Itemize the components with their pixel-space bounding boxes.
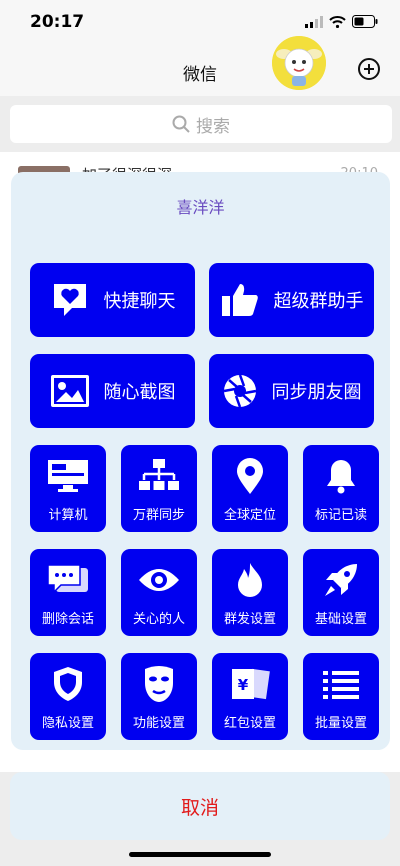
cancel-label: 取消 — [180, 796, 219, 819]
screenshot-label: 随心截图 — [103, 382, 176, 403]
status-icons — [305, 15, 378, 28]
thumbs-up-icon — [221, 284, 258, 316]
shield-icon — [54, 667, 82, 701]
menu-panel: 喜洋洋 快捷聊天 超级群助手 随心截图 同步朋友圈 计算机 万群同步 全球定位 … — [11, 172, 390, 750]
red-packet-settings-button[interactable]: ¥ 红包设置 — [212, 653, 288, 740]
privacy-settings-button[interactable]: 隐私设置 — [30, 653, 106, 740]
basic-settings-label: 基础设置 — [314, 612, 367, 627]
sync-moments-button[interactable]: 同步朋友圈 — [209, 354, 374, 428]
battery-icon — [352, 15, 378, 28]
eye-icon — [139, 569, 179, 591]
feature-settings-button[interactable]: 功能设置 — [121, 653, 197, 740]
wifi-icon — [329, 15, 346, 28]
super-group-helper-label: 超级群助手 — [273, 291, 364, 312]
red-packet-settings-label: 红包设置 — [223, 716, 276, 731]
red-packet-icon: ¥ — [232, 668, 270, 700]
avatar-image — [272, 36, 326, 90]
bell-icon — [327, 460, 355, 494]
calculator-label: 计算机 — [48, 508, 88, 523]
status-time: 20:17 — [30, 12, 85, 32]
network-icon — [139, 459, 179, 490]
quick-chat-button[interactable]: 快捷聊天 — [30, 263, 195, 337]
batch-settings-button[interactable]: 批量设置 — [303, 653, 379, 740]
cancel-button[interactable]: 取消 — [10, 772, 390, 840]
quick-chat-label: 快捷聊天 — [103, 291, 176, 312]
delete-chat-button[interactable]: 删除会话 — [30, 549, 106, 636]
avatar[interactable] — [272, 36, 326, 90]
mask-icon — [145, 666, 173, 702]
list-icon — [323, 671, 359, 699]
mass-send-label: 群发设置 — [223, 612, 276, 627]
batch-settings-label: 批量设置 — [314, 716, 367, 731]
search-input[interactable]: 搜索 — [10, 105, 392, 143]
basic-settings-button[interactable]: 基础设置 — [303, 549, 379, 636]
chat-bubbles-icon — [47, 564, 88, 594]
care-people-button[interactable]: 关心的人 — [121, 549, 197, 636]
heart-chat-icon — [53, 284, 86, 316]
screenshot-button[interactable]: 随心截图 — [30, 354, 195, 428]
mass-send-button[interactable]: 群发设置 — [212, 549, 288, 636]
delete-chat-label: 删除会话 — [41, 612, 94, 627]
home-indicator[interactable] — [129, 852, 271, 857]
signal-icon — [305, 15, 323, 28]
panel-title: 喜洋洋 — [176, 198, 225, 217]
calculator-button[interactable]: 计算机 — [30, 445, 106, 532]
monitor-icon — [48, 460, 88, 492]
feature-settings-label: 功能设置 — [132, 716, 185, 731]
global-location-label: 全球定位 — [223, 508, 276, 523]
care-people-label: 关心的人 — [132, 612, 185, 627]
mark-read-button[interactable]: 标记已读 — [303, 445, 379, 532]
aperture-icon — [223, 374, 256, 408]
location-pin-icon — [237, 458, 263, 494]
sync-moments-label: 同步朋友圈 — [271, 382, 362, 403]
svg-text:¥: ¥ — [238, 676, 249, 694]
super-group-helper-button[interactable]: 超级群助手 — [209, 263, 374, 337]
privacy-settings-label: 隐私设置 — [41, 716, 94, 731]
rocket-icon — [325, 564, 357, 596]
mark-read-label: 标记已读 — [314, 508, 367, 523]
search-icon — [172, 115, 190, 133]
group-sync-label: 万群同步 — [132, 508, 185, 523]
status-bar: 20:17 — [0, 0, 400, 46]
add-button[interactable] — [358, 58, 380, 80]
fire-icon — [238, 563, 262, 597]
group-sync-button[interactable]: 万群同步 — [121, 445, 197, 532]
page-title: 微信 — [183, 65, 217, 85]
image-icon — [50, 375, 89, 407]
search-placeholder: 搜索 — [196, 116, 230, 137]
nav-bar: 微信 — [0, 46, 400, 96]
global-location-button[interactable]: 全球定位 — [212, 445, 288, 532]
